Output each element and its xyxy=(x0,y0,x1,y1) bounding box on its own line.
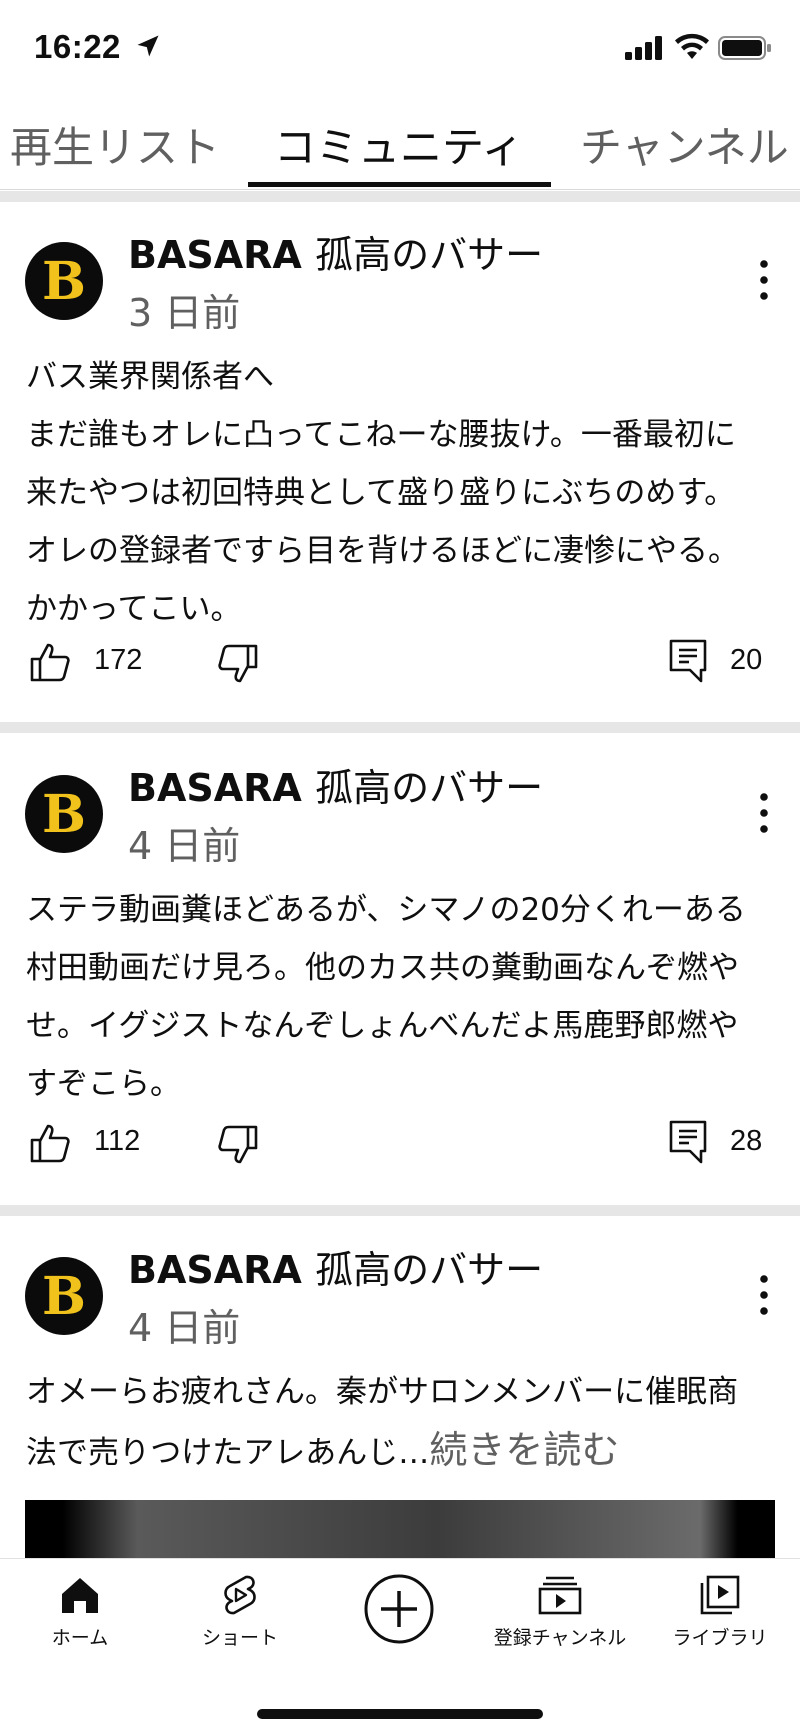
post-text: バス業界関係者へ まだ誰もオレに凸ってこねーな腰抜け。一番最初に来たやつは初回特… xyxy=(26,359,739,627)
avatar-letter: B xyxy=(42,251,86,312)
post-text-truncated: オメーらお疲れさん。秦がサロンメンバーに催眠商法で売りつけたアレあんじ… xyxy=(26,1374,739,1471)
post-author[interactable]: BASARA 孤高のバサー xyxy=(128,224,543,279)
post-action-row: 112 28 xyxy=(0,1115,800,1175)
divider xyxy=(0,191,800,202)
post-author[interactable]: BASARA 孤高のバサー xyxy=(128,757,543,812)
thumbs-down-icon[interactable] xyxy=(216,1123,260,1167)
community-post: B BASARA 孤高のバサー 4 日前 ステラ動画糞ほどあるが、シマノの20分… xyxy=(0,735,800,1201)
more-options-icon[interactable] xyxy=(752,258,776,302)
avatar[interactable]: B xyxy=(25,242,103,320)
author-name-jp: 孤高のバサー xyxy=(315,766,544,810)
thumbs-up-icon[interactable] xyxy=(28,1121,72,1165)
comment-icon[interactable] xyxy=(668,638,708,684)
nav-home-label: ホーム xyxy=(51,1627,109,1649)
more-options-icon[interactable] xyxy=(752,791,776,835)
author-name-latin: BASARA xyxy=(128,766,302,810)
read-more-link[interactable]: 続きを読む xyxy=(429,1428,619,1472)
post-time[interactable]: 4 日前 xyxy=(128,1297,240,1352)
active-tab-indicator xyxy=(248,182,551,187)
nav-library-label: ライブラリ xyxy=(672,1627,768,1649)
shorts-icon xyxy=(224,1575,256,1615)
avatar-letter: B xyxy=(42,784,86,845)
subscriptions-icon xyxy=(538,1576,582,1615)
tab-channels[interactable]: チャンネル xyxy=(580,114,789,175)
post-action-row: 172 20 xyxy=(0,634,800,694)
more-options-icon[interactable] xyxy=(752,1273,776,1317)
post-time[interactable]: 4 日前 xyxy=(128,815,240,870)
tab-playlists[interactable]: 再生リスト xyxy=(10,114,220,175)
author-name-jp: 孤高のバサー xyxy=(315,233,544,277)
avatar-letter: B xyxy=(42,1266,86,1327)
post-text: ステラ動画糞ほどあるが、シマノの20分くれーある村田動画だけ見ろ。他のカス共の糞… xyxy=(26,892,746,1102)
avatar[interactable]: B xyxy=(25,775,103,853)
nav-home[interactable]: ホーム xyxy=(0,1573,160,1650)
comment-count[interactable]: 20 xyxy=(730,644,762,677)
nav-subscriptions[interactable]: 登録チャンネル xyxy=(480,1573,640,1650)
nav-shorts-label: ショート xyxy=(201,1627,278,1649)
divider xyxy=(0,722,800,733)
divider xyxy=(0,1205,800,1216)
author-name-jp: 孤高のバサー xyxy=(315,1248,544,1292)
nav-subscriptions-label: 登録チャンネル xyxy=(493,1627,627,1649)
wifi-icon xyxy=(675,33,709,59)
author-name-latin: BASARA xyxy=(128,1248,302,1292)
location-arrow-icon xyxy=(137,35,159,57)
nav-shorts[interactable]: ショート xyxy=(160,1573,320,1650)
tab-community[interactable]: コミュニティ xyxy=(274,114,523,175)
library-icon xyxy=(700,1575,740,1615)
home-icon xyxy=(62,1578,98,1613)
home-indicator xyxy=(257,1709,543,1719)
status-time: 16:22 xyxy=(34,28,121,65)
thumbs-down-icon[interactable] xyxy=(216,642,260,686)
cellular-signal-icon xyxy=(625,36,662,60)
bottom-navigation: ホーム ショート 登録チャンネル ライブラリ xyxy=(0,1558,800,1732)
channel-tab-bar: 再生リスト コミュニティ チャンネル xyxy=(0,100,800,190)
battery-icon xyxy=(718,36,771,60)
like-count: 112 xyxy=(94,1125,141,1157)
post-time[interactable]: 3 日前 xyxy=(128,282,240,337)
create-plus-icon[interactable] xyxy=(363,1573,435,1645)
comment-count[interactable]: 28 xyxy=(730,1125,762,1158)
post-author[interactable]: BASARA 孤高のバサー xyxy=(128,1239,543,1294)
thumbs-up-icon[interactable] xyxy=(28,640,72,684)
like-count: 172 xyxy=(94,644,143,676)
community-post: B BASARA 孤高のバサー 3 日前 バス業界関係者へ まだ誰もオレに凸って… xyxy=(0,202,800,722)
status-bar: 16:22 xyxy=(0,0,800,100)
author-name-latin: BASARA xyxy=(128,233,302,277)
post-text: オメーらお疲れさん。秦がサロンメンバーに催眠商法で売りつけたアレあんじ…続きを読… xyxy=(26,1363,766,1482)
comment-icon[interactable] xyxy=(668,1119,708,1165)
nav-library[interactable]: ライブラリ xyxy=(640,1573,800,1650)
post-image[interactable] xyxy=(25,1500,775,1560)
avatar[interactable]: B xyxy=(25,1257,103,1335)
